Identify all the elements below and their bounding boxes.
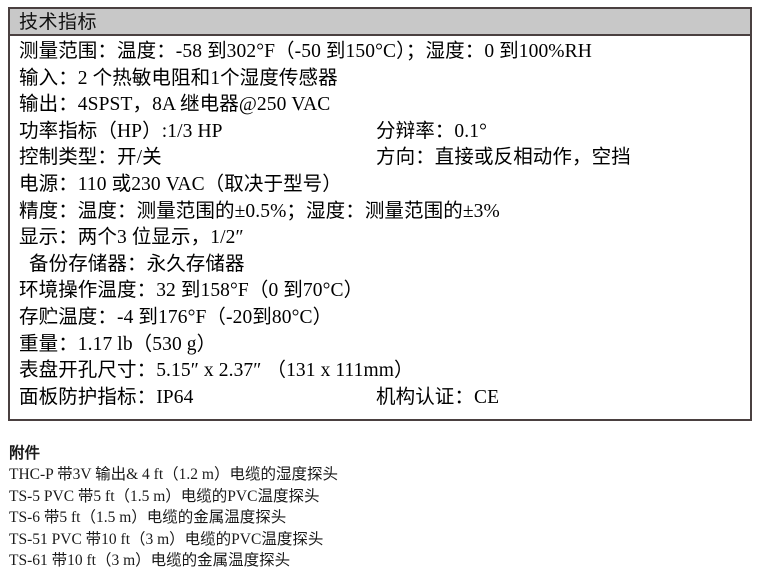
spec-row: 电源：110 或230 VAC（取决于型号）	[19, 172, 750, 199]
spec-row: 输出：4SPST，8A 继电器@250 VAC	[19, 92, 750, 119]
spec-row-label-right: 方向：直接或反相动作，空挡	[376, 147, 631, 169]
spec-row: 面板防护指标：IP64 机构认证：CE	[19, 385, 750, 412]
technical-specifications-table: 技术指标 测量范围：温度：-58 到302°F（-50 到150°C）；湿度：0…	[8, 7, 752, 422]
spec-row-label-left: 面板防护指标：IP64	[19, 386, 194, 408]
datasheet-page: 技术指标 测量范围：温度：-58 到302°F（-50 到150°C）；湿度：0…	[0, 0, 761, 577]
spec-row: 功率指标（HP）:1/3 HP 分辩率：0.1°	[19, 119, 750, 146]
spec-row: 测量范围：温度：-58 到302°F（-50 到150°C）；湿度：0 到100…	[19, 39, 750, 66]
spec-row: 输入：2 个热敏电阻和1个湿度传感器	[19, 66, 750, 93]
spec-row: 环境操作温度：32 到158°F（0 到70°C）	[19, 278, 750, 305]
spec-row: 备份存储器：永久存储器	[19, 252, 750, 279]
spec-row-text: 重量：1.17 lb（530 g）	[19, 333, 217, 355]
spec-row-text: 备份存储器：永久存储器	[29, 253, 245, 275]
spec-row-label-right: 分辩率：0.1°	[376, 120, 487, 142]
accessories-section: 附件 THC-P 带3V 输出& 4 ft（1.2 m）电缆的湿度探头 TS-5 …	[9, 443, 749, 572]
accessory-item: TS-6 带5 ft（1.5 m）电缆的金属温度探头	[9, 509, 287, 526]
spec-row-text: 测量范围：温度：-58 到302°F（-50 到150°C）；湿度：0 到100…	[19, 41, 592, 62]
spec-row-label-right: 机构认证：CE	[376, 386, 500, 408]
spec-row-label-left: 控制类型：开/关	[19, 147, 162, 169]
spec-row: 精度：温度：测量范围的±0.5%；湿度：测量范围的±3%	[19, 199, 750, 226]
spec-row-text: 输出：4SPST，8A 继电器@250 VAC	[19, 94, 331, 116]
spec-row-text: 表盘开孔尺寸：5.15″ x 2.37″ （131 x 111mm）	[19, 360, 414, 382]
spec-row-text: 输入：2 个热敏电阻和1个湿度传感器	[19, 67, 338, 89]
spec-row-text: 电源：110 或230 VAC（取决于型号）	[19, 173, 342, 195]
spec-row-label-left: 功率指标（HP）:1/3 HP	[19, 120, 223, 142]
spec-row-text: 存贮温度：-4 到176°F（-20到80°C）	[19, 306, 333, 328]
accessory-item: THC-P 带3V 输出& 4 ft（1.2 m）电缆的湿度探头	[9, 466, 338, 483]
accessory-item: TS-51 PVC 带10 ft（3 m）电缆的PVC温度探头	[9, 530, 324, 548]
accessory-item: TS-61 带10 ft（3 m）电缆的金属温度探头	[9, 552, 291, 569]
accessories-title: 附件	[9, 445, 41, 462]
spec-row: 控制类型：开/关 方向：直接或反相动作，空挡	[19, 145, 750, 172]
spec-table-body: 测量范围：温度：-58 到302°F（-50 到150°C）；湿度：0 到100…	[10, 36, 750, 419]
spec-row-text: 显示：两个3 位显示，1/2″	[19, 227, 244, 249]
spec-row: 显示：两个3 位显示，1/2″	[19, 225, 750, 252]
spec-row-text: 精度：温度：测量范围的±0.5%；湿度：测量范围的±3%	[19, 200, 500, 222]
spec-row: 存贮温度：-4 到176°F（-20到80°C）	[19, 305, 750, 332]
spec-row: 表盘开孔尺寸：5.15″ x 2.37″ （131 x 111mm）	[19, 358, 750, 385]
accessories-list: THC-P 带3V 输出& 4 ft（1.2 m）电缆的湿度探头 TS-5 PVC…	[9, 464, 749, 572]
spec-row: 重量：1.17 lb（530 g）	[19, 332, 750, 359]
spec-row-text: 环境操作温度：32 到158°F（0 到70°C）	[19, 280, 364, 302]
accessory-item: TS-5 PVC 带5 ft（1.5 m）电缆的PVC温度探头	[9, 487, 320, 505]
spec-table-header-title: 技术指标	[10, 9, 750, 36]
